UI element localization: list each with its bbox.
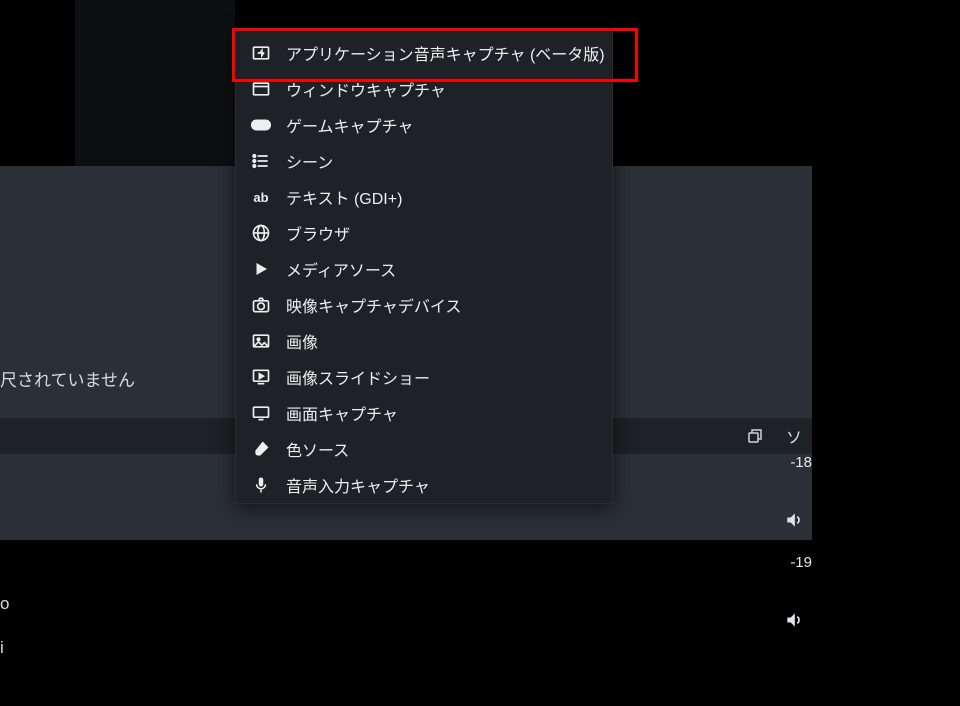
menu-item-label: 画像スライドショー	[286, 365, 430, 389]
menu-item-video-capture-device[interactable]: 映像キャプチャデバイス	[236, 287, 612, 323]
menu-item-image-slideshow[interactable]: 画像スライドショー	[236, 359, 612, 395]
menu-item-app-audio-capture[interactable]: アプリケーション音声キャプチャ (ベータ版)	[236, 35, 612, 71]
app-audio-icon	[250, 42, 272, 64]
menu-item-display-capture[interactable]: 画面キャプチャ	[236, 395, 612, 431]
menu-item-audio-input-capture[interactable]: 音声入力キャプチャ	[236, 467, 612, 503]
menu-item-label: 色ソース	[286, 437, 349, 461]
menu-item-text-gdi[interactable]: ab テキスト (GDI+)	[236, 179, 612, 215]
menu-item-color-source[interactable]: 色ソース	[236, 431, 612, 467]
stage: 尺されていません ソ o i -18 -35-30-25-20-15-10	[0, 0, 960, 540]
window-icon	[250, 78, 272, 100]
gamepad-icon	[250, 114, 272, 136]
menu-item-label: 音声入力キャプチャ	[286, 473, 430, 497]
image-icon	[250, 330, 272, 352]
menu-item-label: 画像	[286, 329, 318, 353]
speaker-icon[interactable]	[784, 610, 804, 630]
menu-item-label: アプリケーション音声キャプチャ (ベータ版)	[286, 41, 605, 65]
menu-item-media-source[interactable]: メディアソース	[236, 251, 612, 287]
globe-icon	[250, 222, 272, 244]
level-readout: -18	[790, 454, 812, 471]
menu-item-image[interactable]: 画像	[236, 323, 612, 359]
menu-item-window-capture[interactable]: ウィンドウキャプチャ	[236, 71, 612, 107]
menu-item-label: ブラウザ	[286, 221, 350, 245]
top-empty-block	[75, 0, 235, 166]
menu-item-label: メディアソース	[286, 257, 396, 281]
add-source-menu: アプリケーション音声キャプチャ (ベータ版) ウィンドウキャプチャ ゲームキャプ…	[235, 28, 613, 504]
menu-item-label: 映像キャプチャデバイス	[286, 293, 461, 317]
level-readout: -19	[790, 554, 812, 571]
menu-item-game-capture[interactable]: ゲームキャプチャ	[236, 107, 612, 143]
brush-icon	[250, 438, 272, 460]
menu-item-label: 画面キャプチャ	[286, 401, 398, 425]
menu-item-label: テキスト (GDI+)	[286, 185, 402, 209]
status-text: 尺されていません	[0, 366, 135, 391]
menu-item-scene[interactable]: シーン	[236, 143, 612, 179]
slideshow-icon	[250, 366, 272, 388]
display-icon	[250, 402, 272, 424]
list-icon	[250, 150, 272, 172]
text-icon: ab	[250, 186, 272, 208]
menu-item-label: ゲームキャプチャ	[286, 113, 413, 137]
speaker-icon[interactable]	[784, 510, 804, 530]
menu-item-label: ウィンドウキャプチャ	[286, 77, 446, 101]
camera-icon	[250, 294, 272, 316]
menu-item-browser[interactable]: ブラウザ	[236, 215, 612, 251]
menu-item-label: シーン	[286, 149, 333, 173]
mic-icon	[250, 474, 272, 496]
play-icon	[250, 258, 272, 280]
